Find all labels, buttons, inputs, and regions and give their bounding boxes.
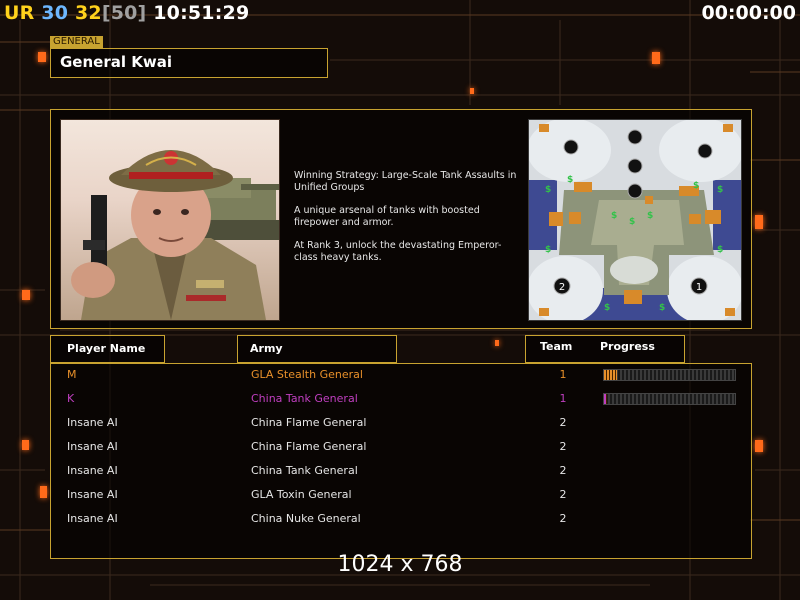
army-header[interactable]: Army bbox=[237, 335, 397, 363]
player-row[interactable]: M GLA Stealth General 1 bbox=[51, 364, 751, 386]
game-timer: 00:00:00 bbox=[701, 2, 796, 24]
minimap[interactable]: 2 1 $ $ $ $ $ $ $ $ $ $ $ bbox=[528, 119, 742, 321]
general-tab-label: GENERAL bbox=[50, 36, 103, 48]
svg-text:$: $ bbox=[717, 245, 723, 255]
svg-text:$: $ bbox=[647, 211, 653, 221]
resolution-label: 1024 x 768 bbox=[337, 552, 463, 577]
fps-value-a: 30 bbox=[41, 2, 69, 24]
load-progress-bar bbox=[603, 369, 736, 381]
portrait-image bbox=[71, 150, 279, 320]
player-army: GLA Toxin General bbox=[251, 488, 352, 501]
player-name: K bbox=[67, 392, 75, 405]
player-name: Insane AI bbox=[67, 512, 118, 525]
svg-text:$: $ bbox=[717, 185, 723, 195]
player-row[interactable]: Insane AI China Flame General 2 bbox=[51, 436, 751, 458]
load-progress-fill bbox=[604, 394, 607, 404]
player-team: 2 bbox=[559, 488, 567, 501]
player-team: 2 bbox=[559, 512, 567, 525]
fps-counter: UR 30 32[50] 10:51:29 bbox=[4, 2, 249, 24]
svg-text:$: $ bbox=[545, 245, 551, 255]
player-team: 2 bbox=[559, 464, 567, 477]
player-row[interactable]: Insane AI GLA Toxin General 2 bbox=[51, 484, 751, 506]
svg-text:$: $ bbox=[604, 303, 610, 313]
player-list: M GLA Stealth General 1 K China Tank General… bbox=[50, 363, 752, 559]
player-army: China Flame General bbox=[251, 416, 367, 429]
general-detail-panel: Winning Strategy: Large-Scale Tank Assau… bbox=[50, 109, 752, 329]
player-row[interactable]: Insane AI China Flame General 2 bbox=[51, 412, 751, 434]
arsenal-text: A unique arsenal of tanks with boosted f… bbox=[294, 205, 480, 228]
team-header-label: Team bbox=[540, 340, 573, 353]
general-name-box: General Kwai bbox=[50, 48, 328, 78]
fps-cap: [50] bbox=[101, 2, 147, 24]
load-progress-fill bbox=[604, 370, 617, 380]
player-name: M bbox=[67, 368, 77, 381]
ur-label: UR bbox=[4, 2, 35, 24]
load-progress-bar bbox=[603, 393, 736, 405]
player-team: 1 bbox=[559, 368, 567, 381]
player-name: Insane AI bbox=[67, 464, 118, 477]
general-name: General Kwai bbox=[60, 53, 172, 71]
player-name: Insane AI bbox=[67, 488, 118, 501]
spark-decoration bbox=[22, 440, 29, 450]
player-team: 2 bbox=[559, 440, 567, 453]
player-army: China Tank General bbox=[251, 464, 358, 477]
svg-text:$: $ bbox=[629, 217, 635, 227]
rank-unlock-text: At Rank 3, unlock the devastating Empero… bbox=[294, 240, 502, 263]
spark-decoration bbox=[470, 88, 474, 94]
team-progress-header[interactable]: Team Progress bbox=[525, 335, 685, 363]
svg-text:$: $ bbox=[659, 303, 665, 313]
player-team: 1 bbox=[559, 392, 567, 405]
spark-decoration bbox=[40, 486, 47, 498]
spark-decoration bbox=[755, 440, 763, 452]
svg-text:$: $ bbox=[545, 185, 551, 195]
start-position-1-label: 1 bbox=[696, 282, 702, 293]
army-header-label: Army bbox=[250, 342, 283, 355]
progress-header-label: Progress bbox=[600, 340, 655, 353]
player-army: GLA Stealth General bbox=[251, 368, 363, 381]
svg-text:$: $ bbox=[611, 211, 617, 221]
spark-decoration bbox=[652, 52, 660, 64]
player-row[interactable]: K China Tank General 1 bbox=[51, 388, 751, 410]
player-name: Insane AI bbox=[67, 416, 118, 429]
player-team: 2 bbox=[559, 416, 567, 429]
player-army: China Nuke General bbox=[251, 512, 361, 525]
player-name: Insane AI bbox=[67, 440, 118, 453]
spark-decoration bbox=[22, 290, 30, 300]
player-army: China Flame General bbox=[251, 440, 367, 453]
player-row[interactable]: Insane AI China Tank General 2 bbox=[51, 460, 751, 482]
general-portrait bbox=[60, 119, 280, 321]
clock: 10:51:29 bbox=[153, 2, 250, 24]
general-description: Winning Strategy: Large-Scale Tank Assau… bbox=[294, 170, 519, 275]
svg-text:$: $ bbox=[567, 175, 573, 185]
player-name-header[interactable]: Player Name bbox=[50, 335, 165, 363]
svg-text:$: $ bbox=[693, 181, 699, 191]
spark-decoration bbox=[755, 215, 763, 229]
strategy-text: Winning Strategy: Large-Scale Tank Assau… bbox=[294, 170, 517, 193]
start-position-2-label: 2 bbox=[559, 282, 565, 293]
player-name-header-label: Player Name bbox=[67, 342, 146, 355]
fps-value-b: 32 bbox=[74, 2, 102, 24]
player-row[interactable]: Insane AI China Nuke General 2 bbox=[51, 508, 751, 530]
spark-decoration bbox=[38, 52, 46, 62]
player-army: China Tank General bbox=[251, 392, 358, 405]
spark-decoration bbox=[495, 340, 499, 346]
